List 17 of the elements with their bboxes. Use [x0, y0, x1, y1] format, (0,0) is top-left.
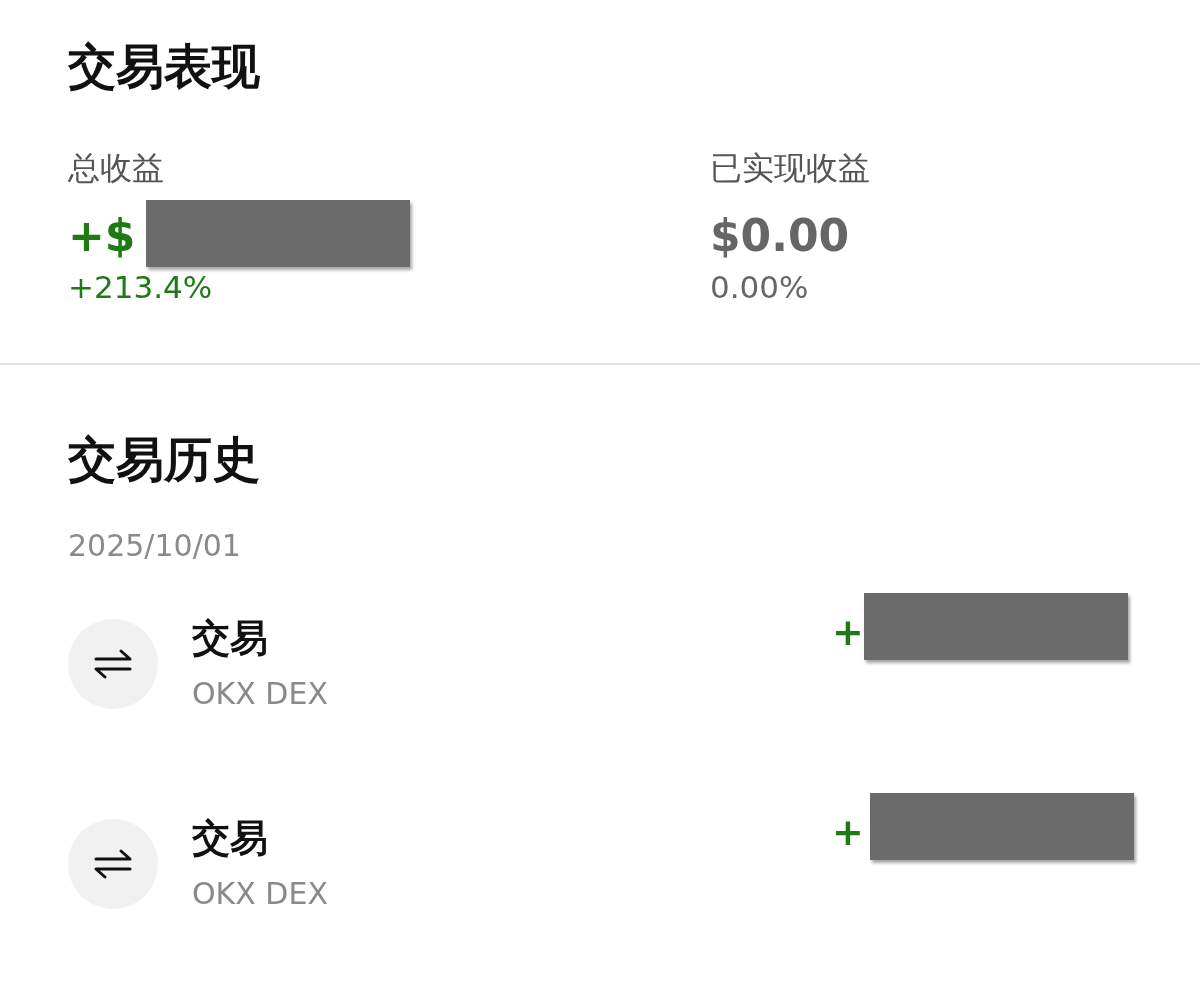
swap-icon [93, 647, 133, 681]
section-title: 交易表现 [68, 42, 261, 90]
stat-value: +$ [68, 214, 136, 258]
transaction-source: OKX DEX [192, 679, 328, 709]
stat-label: 总收益 [68, 152, 165, 184]
stat-change: 0.00% [710, 272, 809, 303]
section-title: 交易历史 [68, 435, 261, 483]
transaction-title[interactable]: 交易 [192, 819, 328, 857]
transaction-source: OKX DEX [192, 879, 328, 909]
swap-icon [93, 847, 133, 881]
stat-change: +213.4% [68, 272, 213, 303]
stat-value: $0.00 [710, 214, 850, 258]
transaction-amount: + [832, 813, 864, 856]
transaction-amount: + [832, 613, 864, 656]
stat-label: 已实现收益 [710, 152, 871, 184]
date-label: 2025/10/01 [68, 531, 242, 561]
transaction-title[interactable]: 交易 [192, 619, 328, 657]
